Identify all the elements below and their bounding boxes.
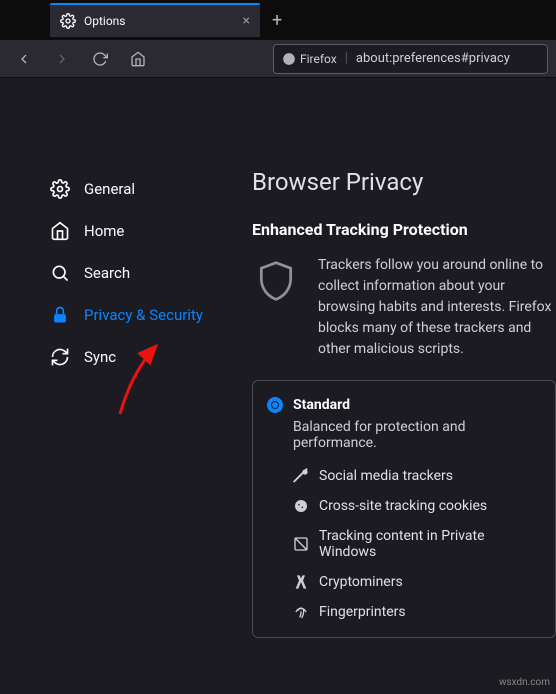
preferences-main: Browser Privacy Enhanced Tracking Protec… bbox=[252, 78, 556, 694]
sync-icon bbox=[50, 347, 70, 367]
forward-button[interactable] bbox=[46, 43, 78, 75]
preferences-sidebar: General Home Search Privacy & Security S… bbox=[0, 78, 252, 694]
etp-description: Trackers follow you around online to col… bbox=[318, 255, 556, 360]
list-item: Social media trackers bbox=[293, 461, 541, 491]
page-title: Browser Privacy bbox=[252, 168, 556, 196]
reload-button[interactable] bbox=[84, 43, 116, 75]
sidebar-item-label: Home bbox=[84, 222, 124, 240]
list-item: Tracking content in Private Windows bbox=[293, 521, 541, 567]
protection-list: Social media trackers Cross-site trackin… bbox=[293, 461, 541, 627]
brand-label: Firefox bbox=[300, 52, 337, 66]
tracking-content-icon bbox=[293, 536, 309, 552]
cookie-icon bbox=[293, 498, 309, 514]
titlebar: Options × + bbox=[0, 0, 556, 40]
home-icon bbox=[50, 221, 70, 241]
firefox-brand: Firefox bbox=[282, 52, 337, 66]
radio-standard[interactable] bbox=[267, 397, 283, 413]
url-bar[interactable]: Firefox | about:preferences#privacy bbox=[273, 44, 548, 74]
sidebar-item-privacy-security[interactable]: Privacy & Security bbox=[40, 294, 252, 336]
standard-description: Balanced for protection and performance. bbox=[293, 419, 541, 451]
sidebar-item-home[interactable]: Home bbox=[40, 210, 252, 252]
sidebar-item-label: Search bbox=[84, 264, 130, 282]
standard-label: Standard bbox=[293, 397, 350, 413]
search-icon bbox=[50, 263, 70, 283]
fingerprint-icon bbox=[293, 604, 309, 620]
sidebar-item-general[interactable]: General bbox=[40, 168, 252, 210]
etp-section-title: Enhanced Tracking Protection bbox=[252, 220, 556, 239]
sidebar-item-label: General bbox=[84, 180, 135, 198]
tab-options[interactable]: Options × bbox=[50, 3, 260, 37]
list-item: Cryptominers bbox=[293, 567, 541, 597]
nav-toolbar: Firefox | about:preferences#privacy bbox=[0, 40, 556, 78]
sidebar-item-search[interactable]: Search bbox=[40, 252, 252, 294]
shield-icon bbox=[252, 255, 300, 311]
sidebar-item-sync[interactable]: Sync bbox=[40, 336, 252, 378]
back-button[interactable] bbox=[8, 43, 40, 75]
cryptominer-icon bbox=[293, 574, 309, 590]
standard-option[interactable]: Standard Balanced for protection and per… bbox=[252, 380, 556, 638]
watermark: wsxdn.com bbox=[499, 677, 550, 688]
url-text: about:preferences#privacy bbox=[356, 51, 510, 66]
new-tab-button[interactable]: + bbox=[260, 10, 294, 31]
tab-title: Options bbox=[84, 14, 126, 28]
close-icon[interactable]: × bbox=[243, 13, 250, 29]
gear-icon bbox=[50, 179, 70, 199]
social-trackers-icon bbox=[293, 468, 309, 484]
sidebar-item-label: Privacy & Security bbox=[84, 306, 203, 324]
list-item: Fingerprinters bbox=[293, 597, 541, 627]
list-item: Cross-site tracking cookies bbox=[293, 491, 541, 521]
home-button[interactable] bbox=[122, 43, 154, 75]
gear-icon bbox=[60, 13, 76, 29]
lock-icon bbox=[50, 305, 70, 325]
sidebar-item-label: Sync bbox=[84, 348, 116, 366]
